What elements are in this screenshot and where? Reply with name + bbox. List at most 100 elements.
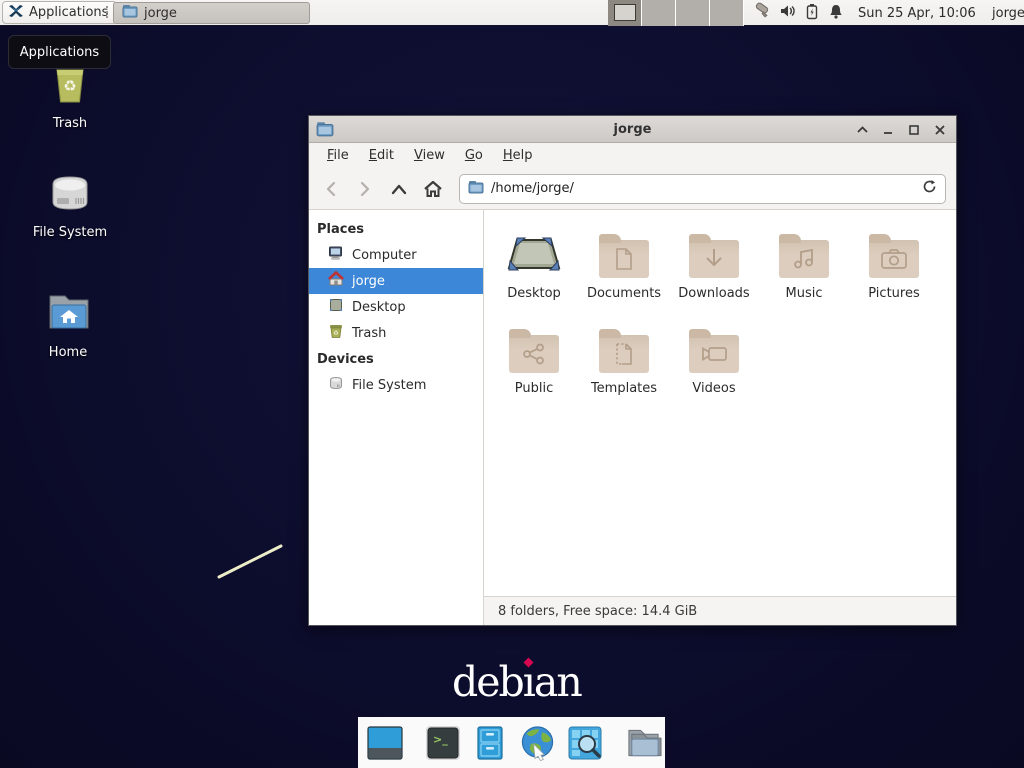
folder-music-icon: [779, 240, 829, 278]
folder-pictures-icon: [869, 240, 919, 278]
desktop-icon-file-system[interactable]: File System: [22, 172, 118, 240]
stylus-icon[interactable]: [752, 2, 770, 24]
file-item-label: Downloads: [678, 286, 749, 301]
desktop-icon-label: Trash: [53, 116, 87, 131]
panel-separator-handle[interactable]: [104, 6, 109, 20]
window-controls: [854, 116, 948, 143]
applications-menu-button[interactable]: Applications: [2, 1, 117, 24]
sidebar-item-file-system[interactable]: File System: [309, 372, 483, 398]
window-titlebar[interactable]: jorge: [309, 116, 956, 143]
reload-icon[interactable]: [922, 179, 937, 198]
hard-drive-icon: [45, 172, 95, 218]
menu-file[interactable]: File: [317, 145, 359, 166]
sidebar-header-places: Places: [309, 216, 483, 242]
folder-icon: [468, 180, 484, 198]
desktop-icon-home[interactable]: Home: [20, 292, 116, 360]
close-button[interactable]: [932, 122, 948, 138]
panel-clock[interactable]: Sun 25 Apr, 10:06: [858, 0, 976, 26]
desktop-icon-label: Home: [49, 345, 87, 360]
file-item-label: Pictures: [868, 286, 919, 301]
file-item-label: Templates: [591, 381, 657, 396]
maximize-button[interactable]: [906, 122, 922, 138]
workspace-1[interactable]: [608, 0, 642, 26]
panel-username[interactable]: jorge: [992, 0, 1024, 26]
applications-tooltip: Applications: [8, 35, 111, 69]
location-bar[interactable]: /home/jorge/: [459, 174, 946, 204]
terminal-icon[interactable]: >_: [425, 724, 461, 761]
file-item-label: Music: [786, 286, 823, 301]
user-home-icon: [328, 271, 344, 291]
file-item-downloads[interactable]: Downloads: [669, 229, 759, 301]
app-finder-icon[interactable]: [567, 724, 603, 761]
svg-text:>_: >_: [433, 733, 448, 746]
sidebar-header-devices: Devices: [309, 346, 483, 372]
notifications-bell-icon[interactable]: [828, 3, 844, 24]
trash-icon: ♻: [328, 323, 344, 343]
debian-wordmark: debıan: [452, 658, 581, 706]
up-button[interactable]: [383, 174, 415, 204]
tooltip-text: Applications: [20, 45, 99, 60]
svg-text:♻: ♻: [63, 77, 76, 95]
folder-documents-icon: [599, 240, 649, 278]
debian-wordmark-i: ı: [523, 658, 534, 706]
toolbar: /home/jorge/: [309, 168, 956, 210]
folder-templates-icon: [599, 335, 649, 373]
sidebar-item-label: Computer: [352, 248, 417, 263]
shade-button[interactable]: [854, 122, 870, 138]
menu-help[interactable]: Help: [493, 145, 543, 166]
home-button[interactable]: [417, 174, 449, 204]
folder-icon: [122, 4, 138, 22]
battery-icon[interactable]: [805, 3, 819, 24]
file-item-templates[interactable]: Templates: [579, 324, 669, 396]
workspace-window-preview: [614, 4, 636, 21]
workspace-2[interactable]: [642, 0, 676, 26]
window-body: Places Computer: [309, 210, 956, 625]
folder-videos-icon: [689, 335, 739, 373]
file-cabinet-icon[interactable]: [472, 724, 508, 761]
folder-downloads-icon: [689, 240, 739, 278]
menu-edit[interactable]: Edit: [359, 145, 404, 166]
desktop-surface-icon: [505, 234, 563, 278]
file-item-public[interactable]: Public: [489, 324, 579, 396]
file-manager-window: jorge File Edit View Go Help: [308, 115, 957, 626]
sidebar-item-trash[interactable]: ♻ Trash: [309, 320, 483, 346]
file-item-label: Desktop: [507, 286, 561, 301]
file-item-desktop[interactable]: Desktop: [489, 229, 579, 301]
applications-menu-label: Applications: [29, 5, 108, 20]
workspace-switcher[interactable]: [608, 0, 744, 26]
sidebar-item-label: jorge: [352, 274, 385, 289]
file-item-pictures[interactable]: Pictures: [849, 229, 939, 301]
workspace-3[interactable]: [676, 0, 710, 26]
menu-go[interactable]: Go: [455, 145, 493, 166]
sidebar: Places Computer: [309, 210, 484, 625]
taskbar-window-button[interactable]: jorge: [113, 2, 310, 24]
hard-drive-icon: [328, 375, 344, 395]
computer-icon: [328, 245, 344, 265]
sidebar-item-desktop[interactable]: Desktop: [309, 294, 483, 320]
file-item-documents[interactable]: Documents: [579, 229, 669, 301]
folder-icon[interactable]: [625, 724, 662, 761]
minimize-button[interactable]: [880, 122, 896, 138]
sidebar-item-jorge[interactable]: jorge: [309, 268, 483, 294]
back-button[interactable]: [315, 174, 347, 204]
show-desktop-icon[interactable]: [367, 724, 403, 761]
forward-button[interactable]: [349, 174, 381, 204]
volume-icon[interactable]: [779, 3, 796, 23]
sidebar-item-label: Trash: [352, 326, 386, 341]
file-item-label: Videos: [692, 381, 735, 396]
sidebar-item-computer[interactable]: Computer: [309, 242, 483, 268]
dock-panel: >_: [358, 717, 665, 768]
file-item-videos[interactable]: Videos: [669, 324, 759, 396]
file-item-label: Documents: [587, 286, 661, 301]
drawn-line-artifact: [210, 540, 300, 590]
svg-text:♻: ♻: [333, 330, 338, 337]
xfce-logo-icon: [8, 3, 24, 23]
file-icon-view[interactable]: Desktop Documents: [484, 210, 956, 596]
path-input[interactable]: /home/jorge/: [491, 181, 915, 196]
top-panel: Applications jorge: [0, 0, 1024, 26]
sidebar-item-label: Desktop: [352, 300, 406, 315]
web-browser-icon[interactable]: [519, 724, 556, 761]
menu-view[interactable]: View: [404, 145, 455, 166]
file-item-music[interactable]: Music: [759, 229, 849, 301]
workspace-4[interactable]: [710, 0, 744, 26]
